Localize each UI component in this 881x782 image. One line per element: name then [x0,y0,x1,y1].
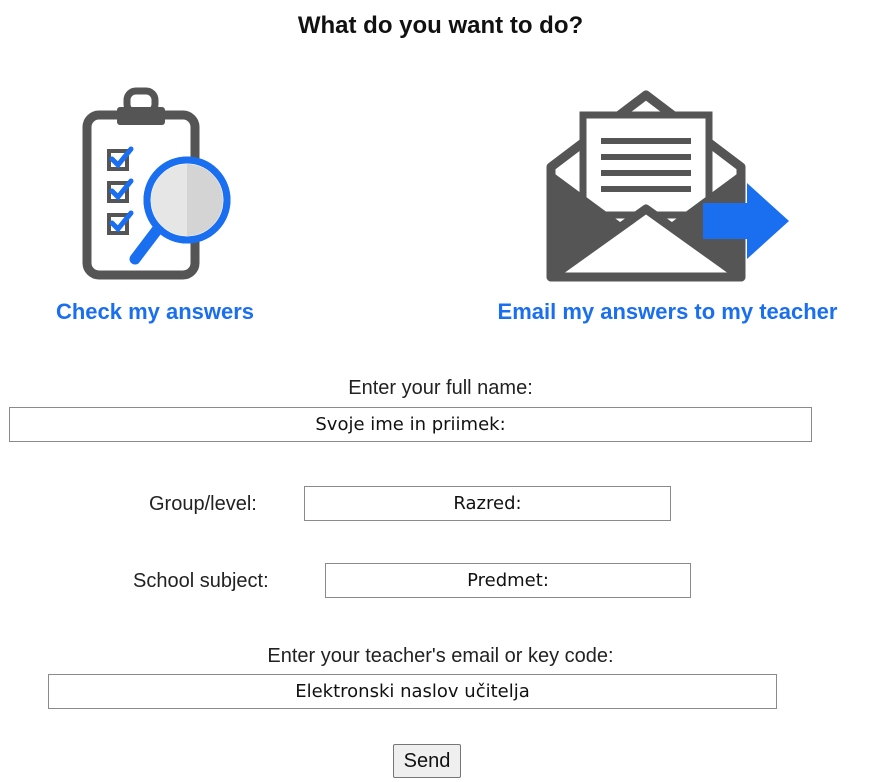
email-answers-label: Email my answers to my teacher [497,299,838,324]
send-button[interactable]: Send [393,744,461,778]
clipboard-checklist-magnifier-icon [82,87,231,280]
group-level-label: Group/level: [149,493,257,515]
page-title: What do you want to do? [297,12,584,39]
send-answers-page: What do you want to do? Check my answers… [0,0,881,782]
check-answers-option[interactable]: Check my answers [30,85,280,325]
group-level-input[interactable] [304,486,671,521]
school-subject-input[interactable] [325,563,691,598]
full-name-label: Enter your full name: [348,377,533,399]
check-answers-label: Check my answers [55,299,255,324]
envelope-arrow-icon [546,90,789,282]
school-subject-label: School subject: [133,570,269,592]
teacher-email-label: Enter your teacher's email or key code: [267,645,614,667]
email-answers-option[interactable]: Email my answers to my teacher [455,85,880,325]
full-name-input[interactable] [9,407,812,442]
teacher-email-input[interactable] [48,674,777,709]
